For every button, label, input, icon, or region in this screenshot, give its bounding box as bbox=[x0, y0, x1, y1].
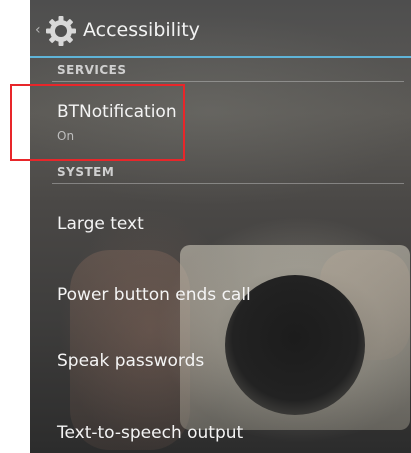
section-divider-system bbox=[52, 183, 404, 184]
up-navigation-icon[interactable]: ‹ bbox=[35, 23, 41, 37]
item-title: Large text bbox=[57, 214, 144, 234]
list-item-speak-passwords[interactable]: Speak passwords bbox=[30, 335, 411, 395]
section-header-system: SYSTEM bbox=[57, 165, 115, 179]
item-title: Power button ends call bbox=[57, 285, 251, 305]
list-item-large-text[interactable]: Large text bbox=[30, 195, 411, 255]
action-bar[interactable]: ‹ Accessibility bbox=[30, 6, 411, 56]
section-header-services: SERVICES bbox=[57, 63, 127, 77]
page-title: Accessibility bbox=[83, 19, 200, 41]
section-divider-services bbox=[52, 81, 404, 82]
item-title: BTNotification bbox=[57, 102, 177, 122]
list-item-power-button-ends-call[interactable]: Power button ends call bbox=[30, 265, 411, 325]
gear-icon[interactable] bbox=[44, 14, 78, 48]
item-summary: On bbox=[57, 129, 75, 143]
device-screen: ‹ Accessibility SERVICES BTNotification … bbox=[30, 0, 411, 453]
page: ‹ Accessibility SERVICES BTNotification … bbox=[0, 0, 411, 453]
list-item-text-to-speech-output[interactable]: Text-to-speech output bbox=[30, 405, 411, 453]
item-title: Speak passwords bbox=[57, 351, 205, 371]
action-bar-divider bbox=[30, 56, 411, 58]
item-title: Text-to-speech output bbox=[57, 423, 244, 443]
list-item-btnotification[interactable]: BTNotification On bbox=[30, 88, 411, 158]
